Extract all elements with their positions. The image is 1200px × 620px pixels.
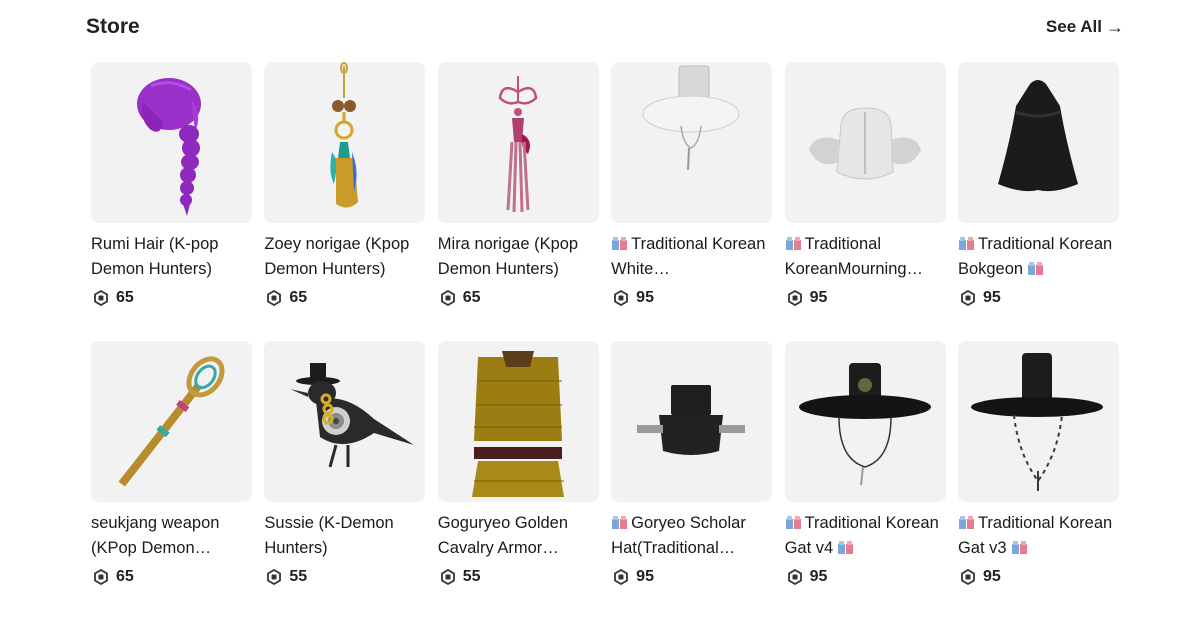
item-price: 65 (91, 566, 252, 588)
store-item-card[interactable]: Zoey norigae (Kpop Demon Hunters) 65 (264, 62, 426, 341)
robux-icon (787, 569, 803, 585)
item-price-value: 95 (809, 289, 828, 306)
robux-icon (93, 569, 109, 585)
store-item-card[interactable]: Traditional Korean Gat v4 95 (784, 341, 946, 620)
item-thumbnail[interactable] (784, 341, 946, 502)
store-item-card[interactable]: seukjang weapon (KPop Demon… 65 (91, 341, 252, 620)
item-thumbnail[interactable] (264, 341, 426, 502)
robux-icon (266, 569, 282, 585)
item-name[interactable]: Traditional Korean Gat v3 (958, 511, 1128, 561)
robux-icon (93, 290, 109, 306)
item-price-value: 55 (462, 568, 481, 585)
item-price: 95 (611, 287, 772, 309)
store-item-card[interactable]: Sussie (K-Demon Hunters) 55 (264, 341, 426, 620)
see-all-link[interactable]: See All → (1046, 17, 1124, 38)
item-thumbnail[interactable] (91, 341, 252, 502)
item-name-text: seukjang weapon (KPop Demon… (91, 514, 220, 557)
item-grid: Rumi Hair (K-pop Demon Hunters) 65 Zoey n… (91, 62, 1119, 620)
item-name-text: Mira norigae (Kpop Demon Hunters) (437, 235, 579, 278)
korean-figures-icon (958, 516, 975, 529)
robux-icon (787, 290, 803, 306)
item-thumbnail[interactable] (91, 62, 252, 223)
item-name-text: Traditional Korean Gat v3 (957, 514, 1113, 557)
korean-figures-icon (611, 237, 628, 250)
store-item-card[interactable]: Traditional KoreanMourning… 95 (784, 62, 946, 341)
item-thumbnail[interactable] (264, 62, 426, 223)
robux-icon (960, 290, 976, 306)
item-price-value: 65 (116, 289, 134, 306)
item-price-value: 95 (809, 568, 828, 585)
robux-icon (440, 290, 456, 306)
item-name[interactable]: Traditional Korean Gat v4 (785, 511, 955, 561)
item-price-value: 95 (982, 289, 1001, 306)
item-price-value: 55 (289, 568, 308, 585)
item-name-text: Goguryeo Golden Cavalry Armor… (437, 514, 569, 557)
item-name-text: Traditional KoreanMourning… (784, 235, 924, 278)
item-thumbnail[interactable] (957, 341, 1119, 502)
item-price: 95 (958, 566, 1119, 588)
item-name-text: Zoey norigae (Kpop Demon Hunters) (264, 235, 410, 278)
store-item-card[interactable]: Goguryeo Golden Cavalry Armor… 55 (437, 341, 599, 620)
item-price: 95 (785, 287, 946, 309)
item-price-value: 65 (116, 568, 134, 585)
item-price: 95 (785, 566, 946, 588)
store-item-card[interactable]: Mira norigae (Kpop Demon Hunters) 65 (437, 62, 599, 341)
item-thumbnail[interactable] (784, 62, 946, 223)
item-name[interactable]: Mira norigae (Kpop Demon Hunters) (438, 232, 608, 282)
item-price-value: 65 (289, 289, 308, 306)
item-name[interactable]: seukjang weapon (KPop Demon… (91, 511, 261, 561)
robux-icon (266, 290, 282, 306)
item-price: 95 (611, 566, 772, 588)
store-item-card[interactable]: Rumi Hair (K-pop Demon Hunters) 65 (91, 62, 252, 341)
item-price-value: 95 (982, 568, 1001, 585)
korean-figures-icon (611, 516, 628, 529)
item-name[interactable]: Zoey norigae (Kpop Demon Hunters) (264, 232, 434, 282)
item-name-text: Goryeo Scholar Hat(Traditional… (611, 514, 746, 557)
robux-icon (960, 569, 976, 585)
item-price-value: 95 (636, 568, 654, 585)
korean-figures-icon (1027, 262, 1044, 275)
item-name-text: Traditional Korean White… (611, 235, 766, 278)
item-name[interactable]: Traditional KoreanMourning… (785, 232, 955, 282)
item-name-text: Sussie (K-Demon Hunters) (264, 514, 394, 557)
item-thumbnail[interactable] (437, 341, 599, 502)
item-thumbnail[interactable] (437, 62, 599, 223)
item-price: 95 (958, 287, 1119, 309)
item-price-value: 95 (636, 289, 654, 306)
item-price-value: 65 (462, 289, 481, 306)
item-name[interactable]: Goguryeo Golden Cavalry Armor… (438, 511, 608, 561)
item-name[interactable]: Traditional Korean White… (611, 232, 781, 282)
store-item-card[interactable]: Traditional Korean White… 95 (611, 62, 773, 341)
item-name[interactable]: Sussie (K-Demon Hunters) (264, 511, 434, 561)
item-name[interactable]: Rumi Hair (K-pop Demon Hunters) (91, 232, 261, 282)
item-price: 55 (264, 566, 425, 588)
korean-figures-icon (785, 516, 802, 529)
arrow-right-icon: → (1106, 16, 1124, 37)
robux-icon (440, 569, 456, 585)
item-price: 55 (438, 566, 599, 588)
item-price: 65 (438, 287, 599, 309)
item-name-text: Rumi Hair (K-pop Demon Hunters) (91, 235, 219, 278)
korean-figures-icon (958, 237, 975, 250)
see-all-label: See All (1045, 17, 1102, 36)
item-thumbnail[interactable] (611, 62, 773, 223)
robux-icon (613, 569, 629, 585)
store-item-card[interactable]: Traditional Korean Bokgeon 95 (957, 62, 1119, 341)
korean-figures-icon (837, 541, 854, 554)
store-item-card[interactable]: Goryeo Scholar Hat(Traditional… 95 (611, 341, 773, 620)
robux-icon (613, 290, 629, 306)
item-name-text: Traditional Korean Gat v4 (784, 514, 939, 557)
item-price: 65 (264, 287, 425, 309)
store-header: Store See All → (86, 12, 1124, 42)
korean-figures-icon (785, 237, 802, 250)
item-name[interactable]: Traditional Korean Bokgeon (958, 232, 1128, 282)
item-thumbnail[interactable] (611, 341, 773, 502)
korean-figures-icon (1011, 541, 1028, 554)
section-title: Store (86, 15, 140, 38)
item-thumbnail[interactable] (957, 62, 1119, 223)
item-name[interactable]: Goryeo Scholar Hat(Traditional… (611, 511, 781, 561)
store-item-card[interactable]: Traditional Korean Gat v3 95 (957, 341, 1119, 620)
item-price: 65 (91, 287, 252, 309)
